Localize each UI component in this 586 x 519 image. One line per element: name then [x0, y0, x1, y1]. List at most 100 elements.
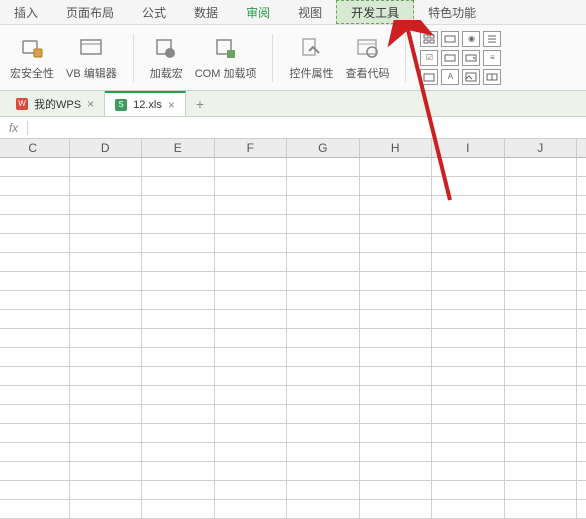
add-tab-button[interactable]: +	[186, 96, 214, 112]
grid-cell[interactable]	[505, 234, 578, 252]
control-spinner-icon[interactable]: ≡	[483, 50, 501, 66]
grid-cell[interactable]	[505, 386, 578, 404]
grid-cell[interactable]	[360, 158, 433, 176]
grid-body[interactable]	[0, 158, 586, 519]
grid-cell[interactable]	[215, 481, 288, 499]
doc-tab-my-wps[interactable]: W 我的WPS ×	[6, 91, 105, 116]
col-header-g[interactable]: G	[287, 139, 360, 157]
grid-cell[interactable]	[432, 177, 505, 195]
grid-cell[interactable]	[215, 329, 288, 347]
menu-item-special-features[interactable]: 特色功能	[414, 0, 490, 24]
grid-cell[interactable]	[0, 481, 70, 499]
control-frame-icon[interactable]	[420, 69, 438, 85]
col-header-f[interactable]: F	[215, 139, 288, 157]
grid-cell[interactable]	[432, 367, 505, 385]
grid-cell[interactable]	[360, 196, 433, 214]
grid-cell[interactable]	[505, 215, 578, 233]
grid-cell[interactable]	[432, 481, 505, 499]
menu-item-data[interactable]: 数据	[180, 0, 232, 24]
grid-cell[interactable]	[287, 405, 360, 423]
grid-cell[interactable]	[142, 196, 215, 214]
col-header-next[interactable]	[577, 139, 586, 157]
grid-cell[interactable]	[0, 329, 70, 347]
grid-cell[interactable]	[577, 291, 586, 309]
grid-cell[interactable]	[505, 424, 578, 442]
grid-cell[interactable]	[577, 348, 586, 366]
grid-cell[interactable]	[577, 253, 586, 271]
com-addins-button[interactable]: COM 加载项	[189, 31, 263, 85]
grid-cell[interactable]	[577, 272, 586, 290]
grid-cell[interactable]	[0, 215, 70, 233]
grid-cell[interactable]	[0, 291, 70, 309]
grid-cell[interactable]	[70, 234, 143, 252]
grid-cell[interactable]	[0, 310, 70, 328]
grid-cell[interactable]	[287, 234, 360, 252]
grid-cell[interactable]	[360, 291, 433, 309]
grid-cell[interactable]	[215, 215, 288, 233]
grid-cell[interactable]	[0, 177, 70, 195]
grid-cell[interactable]	[142, 291, 215, 309]
grid-cell[interactable]	[215, 177, 288, 195]
menu-item-formulas[interactable]: 公式	[128, 0, 180, 24]
grid-cell[interactable]	[215, 443, 288, 461]
grid-cell[interactable]	[215, 386, 288, 404]
grid-cell[interactable]	[360, 386, 433, 404]
grid-cell[interactable]	[360, 443, 433, 461]
grid-cell[interactable]	[432, 386, 505, 404]
close-icon[interactable]: ×	[87, 97, 94, 111]
grid-cell[interactable]	[142, 158, 215, 176]
grid-cell[interactable]	[70, 310, 143, 328]
grid-cell[interactable]	[360, 329, 433, 347]
grid-cell[interactable]	[505, 405, 578, 423]
grid-cell[interactable]	[505, 481, 578, 499]
control-radio-icon[interactable]: ◉	[462, 31, 480, 47]
grid-cell[interactable]	[215, 253, 288, 271]
grid-cell[interactable]	[505, 329, 578, 347]
grid-cell[interactable]	[142, 424, 215, 442]
grid-cell[interactable]	[360, 500, 433, 518]
control-image-icon[interactable]	[462, 69, 480, 85]
grid-cell[interactable]	[577, 481, 586, 499]
grid-cell[interactable]	[70, 329, 143, 347]
grid-cell[interactable]	[360, 462, 433, 480]
grid-cell[interactable]	[215, 272, 288, 290]
grid-cell[interactable]	[360, 215, 433, 233]
grid-cell[interactable]	[287, 310, 360, 328]
grid-cell[interactable]	[142, 310, 215, 328]
grid-cell[interactable]	[142, 367, 215, 385]
menu-item-review[interactable]: 审阅	[232, 0, 284, 24]
grid-cell[interactable]	[0, 348, 70, 366]
grid-cell[interactable]	[360, 481, 433, 499]
grid-cell[interactable]	[432, 500, 505, 518]
grid-cell[interactable]	[215, 500, 288, 518]
grid-cell[interactable]	[577, 310, 586, 328]
grid-cell[interactable]	[142, 500, 215, 518]
grid-cell[interactable]	[360, 405, 433, 423]
grid-cell[interactable]	[142, 386, 215, 404]
grid-cell[interactable]	[70, 253, 143, 271]
grid-cell[interactable]	[287, 291, 360, 309]
control-textbox-icon[interactable]	[441, 50, 459, 66]
grid-cell[interactable]	[505, 367, 578, 385]
menu-item-page-layout[interactable]: 页面布局	[52, 0, 128, 24]
load-macro-button[interactable]: 加载宏	[144, 31, 189, 85]
grid-cell[interactable]	[505, 443, 578, 461]
col-header-c[interactable]: C	[0, 139, 70, 157]
grid-cell[interactable]	[0, 500, 70, 518]
grid-cell[interactable]	[142, 405, 215, 423]
grid-cell[interactable]	[577, 329, 586, 347]
col-header-e[interactable]: E	[142, 139, 215, 157]
view-code-button[interactable]: 查看代码	[339, 31, 395, 85]
grid-cell[interactable]	[142, 348, 215, 366]
grid-cell[interactable]	[215, 462, 288, 480]
grid-cell[interactable]	[0, 386, 70, 404]
grid-cell[interactable]	[0, 196, 70, 214]
menu-item-developer-tools[interactable]: 开发工具	[336, 0, 414, 24]
grid-cell[interactable]	[505, 310, 578, 328]
grid-cell[interactable]	[360, 234, 433, 252]
menu-item-insert[interactable]: 插入	[0, 0, 52, 24]
grid-cell[interactable]	[505, 348, 578, 366]
grid-cell[interactable]	[70, 196, 143, 214]
grid-cell[interactable]	[70, 443, 143, 461]
grid-cell[interactable]	[287, 196, 360, 214]
